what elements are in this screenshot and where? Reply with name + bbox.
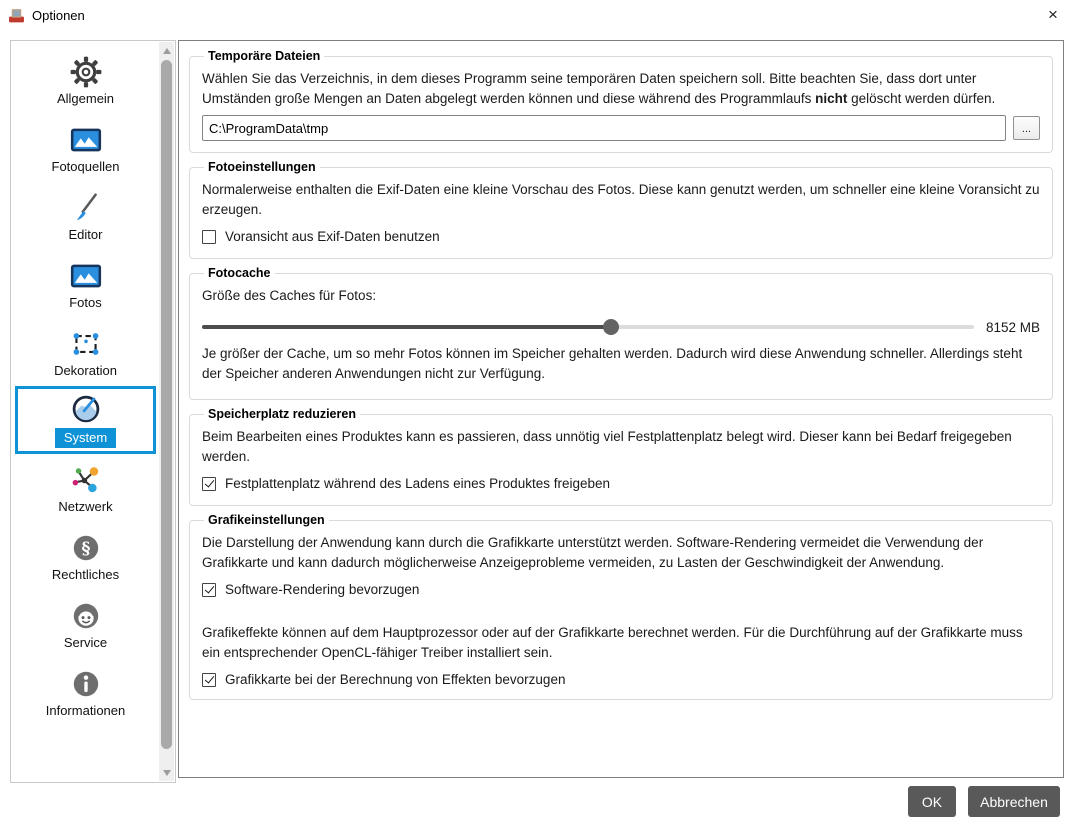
sidebar-scrollbar[interactable] [159,42,174,781]
scroll-up-icon[interactable] [159,43,174,58]
close-button[interactable]: × [1040,4,1066,26]
group-title: Temporäre Dateien [208,49,321,63]
cache-size-slider[interactable] [202,319,974,335]
cancel-button[interactable]: Abbrechen [968,786,1060,817]
software-rendering-checkbox-row[interactable]: Software-Rendering bevorzugen [202,582,1040,597]
sidebar-item-label: System [54,428,117,448]
free-disk-checkbox-row[interactable]: Festplattenplatz während des Ladens eine… [202,476,1040,491]
graphics-description-2: Grafikeffekte können auf dem Hauptprozes… [202,625,1023,660]
graphics-description-1: Die Darstellung der Anwendung kann durch… [202,535,984,570]
svg-text:§: § [81,538,90,558]
group-temporary-files: Temporäre Dateien Wählen Sie das Verzeic… [189,49,1053,153]
disk-space-description: Beim Bearbeiten eines Produktes kann es … [202,429,1012,464]
network-icon [69,463,103,497]
cache-description: Je größer der Cache, um so mehr Fotos kö… [202,346,1023,381]
sidebar-item-label: Fotos [69,294,102,310]
group-reduce-disk-space: Speicherplatz reduzieren Beim Bearbeiten… [189,407,1053,506]
gear-icon [69,55,103,89]
settings-panel: Temporäre Dateien Wählen Sie das Verzeic… [178,40,1064,778]
options-window: Optionen × Allgemein Fotoquellen Editor … [0,0,1076,828]
checkbox-label: Voransicht aus Exif-Daten benutzen [225,229,440,244]
app-icon [9,8,24,22]
sidebar-item-informationen[interactable]: Informationen [11,658,160,726]
temp-files-description: Wählen Sie das Verzeichnis, in dem diese… [202,71,996,106]
sidebar-item-label: Dekoration [54,362,117,378]
sidebar-item-label: Rechtliches [51,566,120,582]
sidebar-item-service[interactable]: Service [11,590,160,658]
group-title: Speicherplatz reduzieren [208,407,356,421]
cache-size-value: 8152 MB [985,319,1040,335]
cache-size-label: Größe des Caches für Fotos: [202,288,377,303]
temp-path-row: ... [202,115,1040,141]
sidebar-item-label: Fotoquellen [51,158,120,174]
sidebar-item-label: Netzwerk [58,498,113,514]
scroll-down-icon[interactable] [159,765,174,780]
gpu-effects-checkbox-row[interactable]: Grafikkarte bei der Berechnung von Effek… [202,672,1040,687]
slider-fill [202,325,612,329]
support-icon [69,599,103,633]
checkbox-label: Festplattenplatz während des Ladens eine… [225,476,611,491]
checkbox[interactable] [202,229,216,244]
paragraph-icon: § [69,531,103,565]
cache-size-slider-row: 8152 MB [202,318,1040,336]
exif-preview-checkbox-row[interactable]: Voransicht aus Exif-Daten benutzen [202,229,1040,244]
photo-icon [69,259,103,293]
category-sidebar: Allgemein Fotoquellen Editor Fotos Dekor… [10,40,176,783]
sidebar-item-fotos[interactable]: Fotos [11,250,160,318]
checkbox[interactable] [202,672,216,687]
titlebar: Optionen × [0,0,1076,30]
sidebar-item-label: Service [63,634,108,650]
photo-settings-description: Normalerweise enthalten die Exif-Daten e… [202,182,1040,217]
sidebar-item-rechtliches[interactable]: § Rechtliches [11,522,160,590]
category-list: Allgemein Fotoquellen Editor Fotos Dekor… [11,41,160,726]
group-title: Grafikeinstellungen [208,513,325,527]
info-icon [69,667,103,701]
window-title: Optionen [32,7,85,23]
checkbox-label: Grafikkarte bei der Berechnung von Effek… [225,672,566,687]
sidebar-item-label: Editor [68,226,103,242]
photo-icon [69,123,103,157]
scrollbar-thumb[interactable] [161,60,172,749]
temp-path-input[interactable] [202,115,1006,141]
group-title: Fotoeinstellungen [208,160,316,174]
gauge-icon [69,392,103,426]
group-title: Fotocache [208,266,271,280]
group-photo-cache: Fotocache Größe des Caches für Fotos: 81… [189,266,1053,400]
sidebar-item-system[interactable]: System [15,386,156,454]
checkbox[interactable] [202,582,216,597]
sidebar-item-editor[interactable]: Editor [11,182,160,250]
sidebar-item-label: Allgemein [56,90,115,106]
checkbox-label: Software-Rendering bevorzugen [225,582,420,597]
checkbox[interactable] [202,476,216,491]
ok-button[interactable]: OK [908,786,956,817]
sidebar-item-fotoquellen[interactable]: Fotoquellen [11,114,160,182]
group-graphics-settings: Grafikeinstellungen Die Darstellung der … [189,513,1053,700]
selection-icon [69,327,103,361]
sidebar-item-label: Informationen [45,702,126,718]
group-photo-settings: Fotoeinstellungen Normalerweise enthalte… [189,160,1053,259]
browse-button[interactable]: ... [1013,116,1040,140]
sidebar-item-dekoration[interactable]: Dekoration [11,318,160,386]
sidebar-item-allgemein[interactable]: Allgemein [11,46,160,114]
sidebar-item-netzwerk[interactable]: Netzwerk [11,454,160,522]
slider-thumb[interactable] [603,319,620,335]
brush-icon [69,191,103,225]
